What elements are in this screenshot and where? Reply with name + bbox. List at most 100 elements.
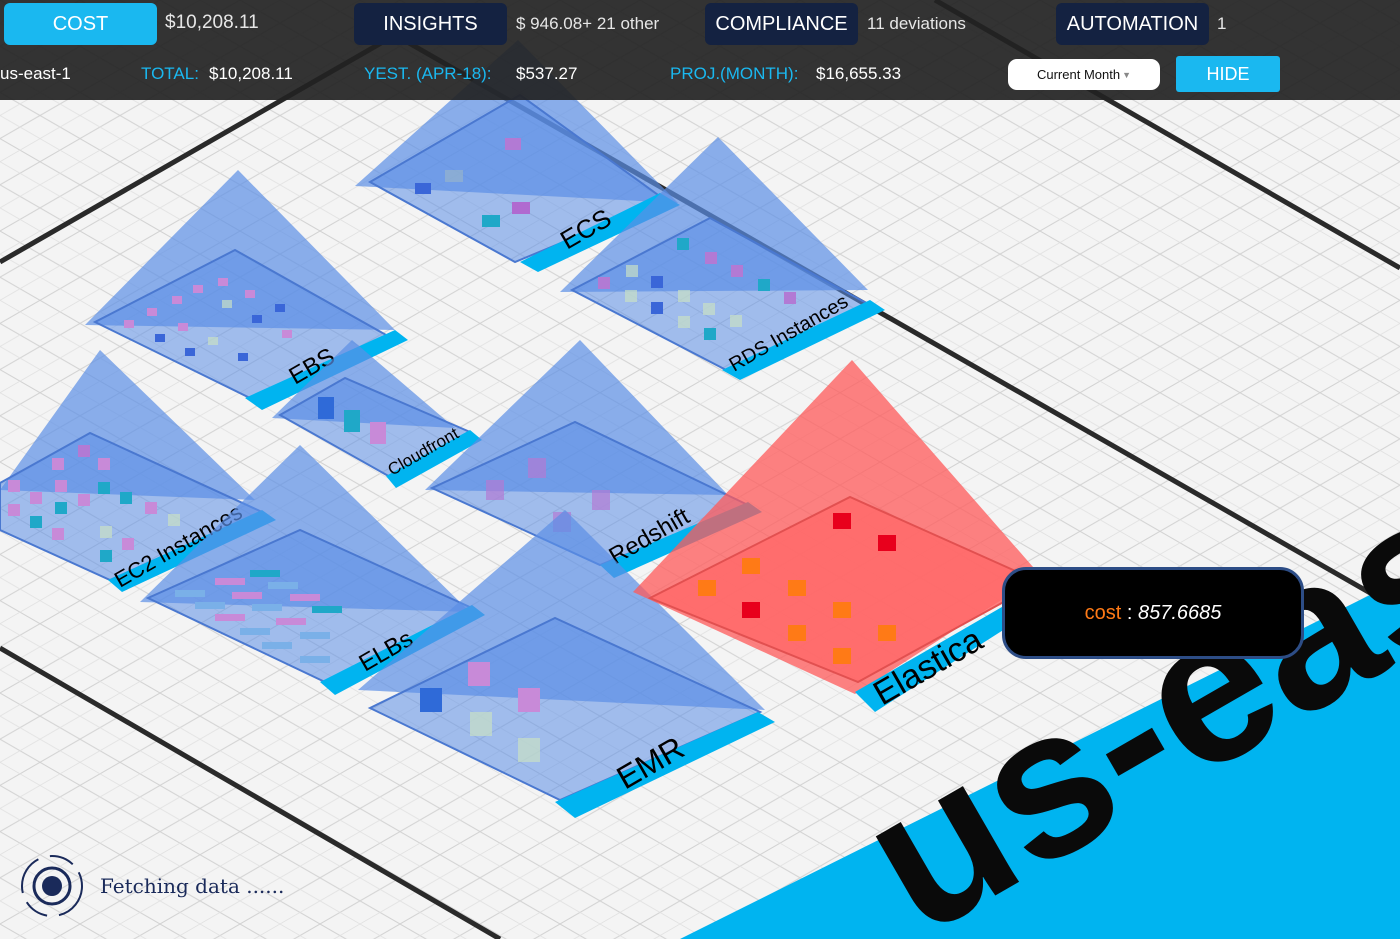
- region-name: us-east-1: [0, 64, 71, 83]
- resource-cube[interactable]: [788, 625, 806, 641]
- resource-cube[interactable]: [592, 490, 610, 510]
- resource-cube[interactable]: [445, 170, 463, 182]
- resource-cube[interactable]: [833, 648, 851, 664]
- resource-cube[interactable]: [518, 738, 540, 762]
- resource-cube[interactable]: [100, 550, 112, 562]
- resource-cube[interactable]: [705, 252, 717, 264]
- resource-cube[interactable]: [245, 290, 255, 298]
- resource-cube[interactable]: [282, 330, 292, 338]
- period-select[interactable]: Current Month ▼: [1008, 59, 1160, 90]
- resource-cube[interactable]: [275, 304, 285, 312]
- resource-cube[interactable]: [512, 202, 530, 214]
- isometric-scene[interactable]: us-east ECS RDS Instances EBS Cloudfront…: [0, 0, 1400, 939]
- resource-cube[interactable]: [52, 528, 64, 540]
- resource-cube[interactable]: [178, 323, 188, 331]
- resource-cube[interactable]: [120, 492, 132, 504]
- loading-spinner-icon: [21, 855, 83, 917]
- tooltip-value: 857.6685: [1137, 601, 1222, 624]
- resource-cube[interactable]: [168, 514, 180, 526]
- resource-cube[interactable]: [704, 328, 716, 340]
- resource-cube[interactable]: [415, 183, 431, 194]
- yesterday-value: $537.27: [516, 64, 578, 83]
- total-value: $10,208.11: [209, 64, 293, 83]
- resource-cube[interactable]: [698, 580, 716, 596]
- resource-cube[interactable]: [528, 458, 546, 478]
- resource-cube[interactable]: [8, 504, 20, 516]
- resource-cube[interactable]: [172, 296, 182, 304]
- resource-cube[interactable]: [370, 422, 386, 444]
- resource-cube[interactable]: [420, 688, 442, 712]
- compliance-value: 11 deviations: [867, 14, 966, 33]
- tooltip-key: cost: [1084, 601, 1122, 624]
- resource-cube[interactable]: [626, 265, 638, 277]
- resource-cube[interactable]: [470, 712, 492, 736]
- resource-cube[interactable]: [730, 315, 742, 327]
- hide-button[interactable]: HIDE: [1176, 56, 1280, 92]
- resource-cube[interactable]: [486, 480, 504, 500]
- top-bar: COST $10,208.11 INSIGHTS $ 946.08+ 21 ot…: [0, 0, 1400, 100]
- resource-cube[interactable]: [878, 535, 896, 551]
- resource-cube[interactable]: [518, 688, 540, 712]
- resource-cube[interactable]: [52, 458, 64, 470]
- resource-cube[interactable]: [100, 526, 112, 538]
- resource-cube[interactable]: [731, 265, 743, 277]
- resource-cube[interactable]: [78, 445, 90, 457]
- period-select-value: Current Month: [1036, 67, 1121, 82]
- resource-cube[interactable]: [833, 513, 851, 529]
- resource-cube[interactable]: [742, 558, 760, 574]
- resource-cube[interactable]: [784, 292, 796, 304]
- resource-cube[interactable]: [124, 320, 134, 328]
- resource-cube[interactable]: [468, 662, 490, 686]
- resource-cube[interactable]: [208, 337, 218, 345]
- resource-cube[interactable]: [30, 516, 42, 528]
- cost-tooltip: cost : 857.6685: [1002, 567, 1304, 659]
- resource-cube[interactable]: [155, 334, 165, 342]
- resource-cube[interactable]: [222, 300, 232, 308]
- status-text: Fetching data ......: [100, 874, 285, 898]
- resource-cube[interactable]: [678, 290, 690, 302]
- resource-cube[interactable]: [252, 315, 262, 323]
- resource-cube[interactable]: [8, 480, 20, 492]
- tab-insights[interactable]: INSIGHTS: [354, 3, 507, 45]
- resource-cube[interactable]: [742, 602, 760, 618]
- resource-cube[interactable]: [185, 348, 195, 356]
- tooltip-separator: :: [1121, 601, 1138, 624]
- resource-cube[interactable]: [55, 502, 67, 514]
- projection-label: PROJ.(MONTH):: [670, 64, 799, 83]
- resource-cube[interactable]: [505, 138, 521, 150]
- resource-cube[interactable]: [833, 602, 851, 618]
- resource-cube[interactable]: [98, 458, 110, 470]
- resource-cube[interactable]: [625, 290, 637, 302]
- resource-cube[interactable]: [318, 397, 334, 419]
- resource-cube[interactable]: [677, 238, 689, 250]
- resource-cube[interactable]: [651, 302, 663, 314]
- projection-value: $16,655.33: [816, 64, 902, 83]
- resource-cube[interactable]: [30, 492, 42, 504]
- cost-value: $10,208.11: [165, 12, 259, 33]
- automation-value: 1: [1217, 14, 1227, 33]
- resource-cube[interactable]: [678, 316, 690, 328]
- insights-value: $ 946.08+ 21 other: [516, 14, 660, 33]
- resource-cube[interactable]: [703, 303, 715, 315]
- resource-cube[interactable]: [145, 502, 157, 514]
- resource-cube[interactable]: [193, 285, 203, 293]
- tab-compliance[interactable]: COMPLIANCE: [705, 3, 858, 45]
- tab-cost[interactable]: COST: [4, 3, 157, 45]
- resource-cube[interactable]: [758, 279, 770, 291]
- chevron-down-icon: ▼: [1122, 69, 1131, 80]
- resource-cube[interactable]: [788, 580, 806, 596]
- resource-cube[interactable]: [98, 482, 110, 494]
- resource-cube[interactable]: [78, 494, 90, 506]
- resource-cube[interactable]: [218, 278, 228, 286]
- resource-cube[interactable]: [878, 625, 896, 641]
- resource-cube[interactable]: [122, 538, 134, 550]
- resource-cube[interactable]: [482, 215, 500, 227]
- resource-cube[interactable]: [344, 410, 360, 432]
- resource-cube[interactable]: [147, 308, 157, 316]
- resource-cube[interactable]: [238, 353, 248, 361]
- tab-automation[interactable]: AUTOMATION: [1056, 3, 1209, 45]
- resource-cube[interactable]: [598, 277, 610, 289]
- resource-cube[interactable]: [651, 276, 663, 288]
- resource-cube[interactable]: [55, 480, 67, 492]
- yesterday-label: YEST. (APR-18):: [364, 64, 492, 83]
